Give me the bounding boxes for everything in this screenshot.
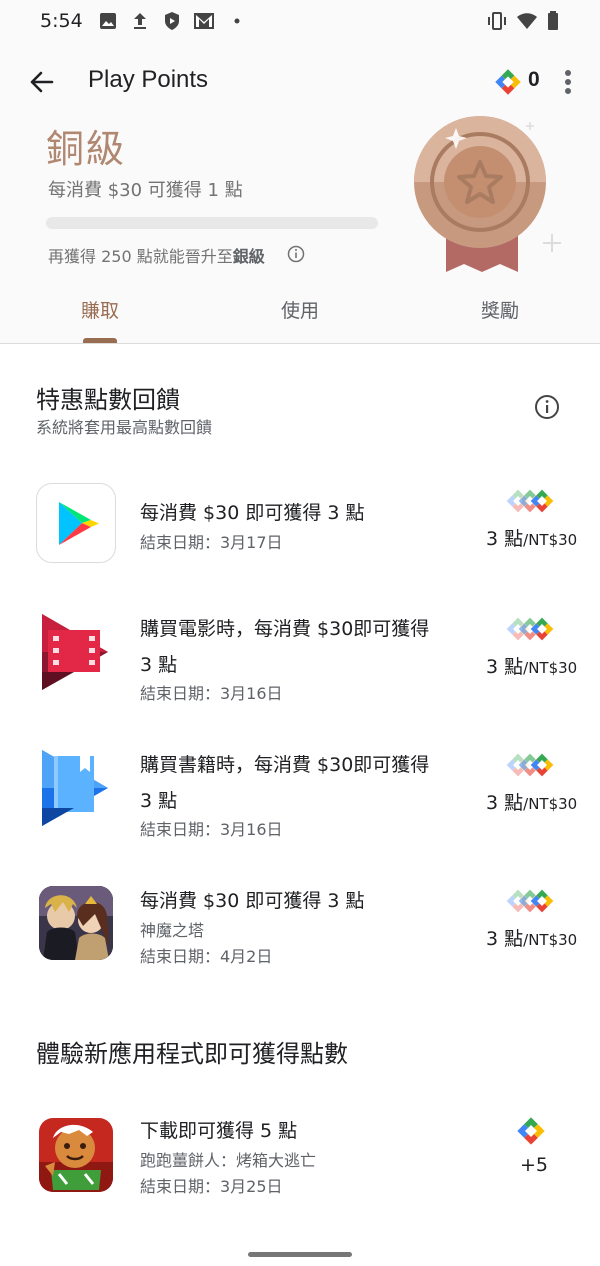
offer-rate-unit: /NT$30	[523, 659, 578, 677]
new-app-reward: +5	[520, 1154, 549, 1176]
new-app-end-date: 結束日期：3月25日	[140, 1177, 283, 1196]
info-icon[interactable]	[534, 394, 560, 420]
offer-rate-unit: /NT$30	[523, 531, 578, 549]
more-options-icon[interactable]	[556, 66, 580, 98]
cookie-run-icon	[39, 1118, 113, 1192]
offer-rate-value: 3 點	[486, 792, 524, 814]
bronze-medal-icon	[414, 116, 561, 272]
section-title-offers: 特惠點數回饋	[36, 386, 180, 414]
back-arrow-icon[interactable]	[24, 64, 60, 100]
section-subtitle-offers: 系統將套用最高點數回饋	[36, 418, 213, 437]
info-icon[interactable]	[287, 245, 305, 263]
vibrate-icon	[488, 12, 506, 30]
offer-rate-value: 3 點	[486, 656, 524, 678]
tab-perks[interactable]: 獎勵	[440, 296, 560, 323]
offer-title-cont: 3 點	[140, 654, 178, 676]
section-title-new-apps: 體驗新應用程式即可獲得點數	[36, 1040, 348, 1068]
offer-rate: 3 點/NT$30	[486, 924, 577, 951]
tab-divider	[0, 343, 600, 344]
status-bar: 5:54	[0, 0, 600, 44]
points-boost-icon	[506, 489, 554, 513]
offer-title: 每消費 $30 即可獲得 3 點	[140, 890, 365, 912]
wifi-icon	[517, 13, 537, 29]
offer-rate-unit: /NT$30	[523, 931, 578, 949]
offer-end-date: 結束日期：3月16日	[140, 684, 283, 703]
offer-app-name: 神魔之塔	[140, 921, 205, 940]
gmail-icon	[194, 13, 214, 29]
tier-upgrade-text: 再獲得 250 點就能晉升至銀級	[48, 243, 265, 267]
tab-earn[interactable]: 賺取	[40, 296, 160, 323]
tier-upgrade-prefix: 再獲得 250 點就能晉升至	[48, 247, 233, 266]
points-boost-icon	[506, 889, 554, 913]
points-boost-icon	[506, 617, 554, 641]
status-time: 5:54	[40, 10, 83, 32]
play-points-icon	[517, 1117, 545, 1145]
offer-title: 購買電影時，每消費 $30即可獲得	[140, 618, 430, 640]
offer-title: 每消費 $30 即可獲得 3 點	[140, 502, 365, 524]
offer-title: 購買書籍時，每消費 $30即可獲得	[140, 754, 430, 776]
play-movies-icon	[36, 612, 116, 692]
play-books-icon	[36, 748, 116, 828]
offer-rate: 3 點/NT$30	[486, 524, 577, 551]
play-store-icon	[36, 483, 116, 563]
offer-title-cont: 3 點	[140, 790, 178, 812]
new-app-title: 下載即可獲得 5 點	[140, 1120, 298, 1142]
tower-of-saviors-icon	[39, 886, 113, 960]
upload-icon	[134, 13, 146, 29]
battery-icon	[548, 11, 558, 30]
offer-rate: 3 點/NT$30	[486, 652, 577, 679]
offer-end-date: 結束日期：4月2日	[140, 947, 273, 966]
points-count[interactable]: 0	[528, 68, 540, 92]
shield-icon	[165, 12, 179, 30]
image-icon	[100, 13, 116, 29]
new-app-name: 跑跑薑餅人：烤箱大逃亡	[140, 1151, 317, 1170]
offer-rate-unit: /NT$30	[523, 795, 578, 813]
gesture-nav-bar[interactable]	[248, 1252, 352, 1257]
tier-upgrade-target: 銀級	[232, 247, 265, 266]
dot-icon	[234, 18, 240, 24]
offer-rate-value: 3 點	[486, 928, 524, 950]
offer-rate-value: 3 點	[486, 528, 524, 550]
offer-end-date: 結束日期：3月16日	[140, 820, 283, 839]
tier-rate: 每消費 $30 可獲得 1 點	[48, 180, 243, 201]
tier-name: 銅級	[46, 127, 127, 171]
offer-rate: 3 點/NT$30	[486, 788, 577, 815]
tab-use[interactable]: 使用	[240, 296, 360, 323]
play-points-icon	[495, 69, 521, 95]
offer-end-date: 結束日期：3月17日	[140, 533, 283, 552]
points-boost-icon	[506, 753, 554, 777]
page-title: Play Points	[88, 66, 209, 93]
tier-progress-bar	[46, 217, 378, 229]
